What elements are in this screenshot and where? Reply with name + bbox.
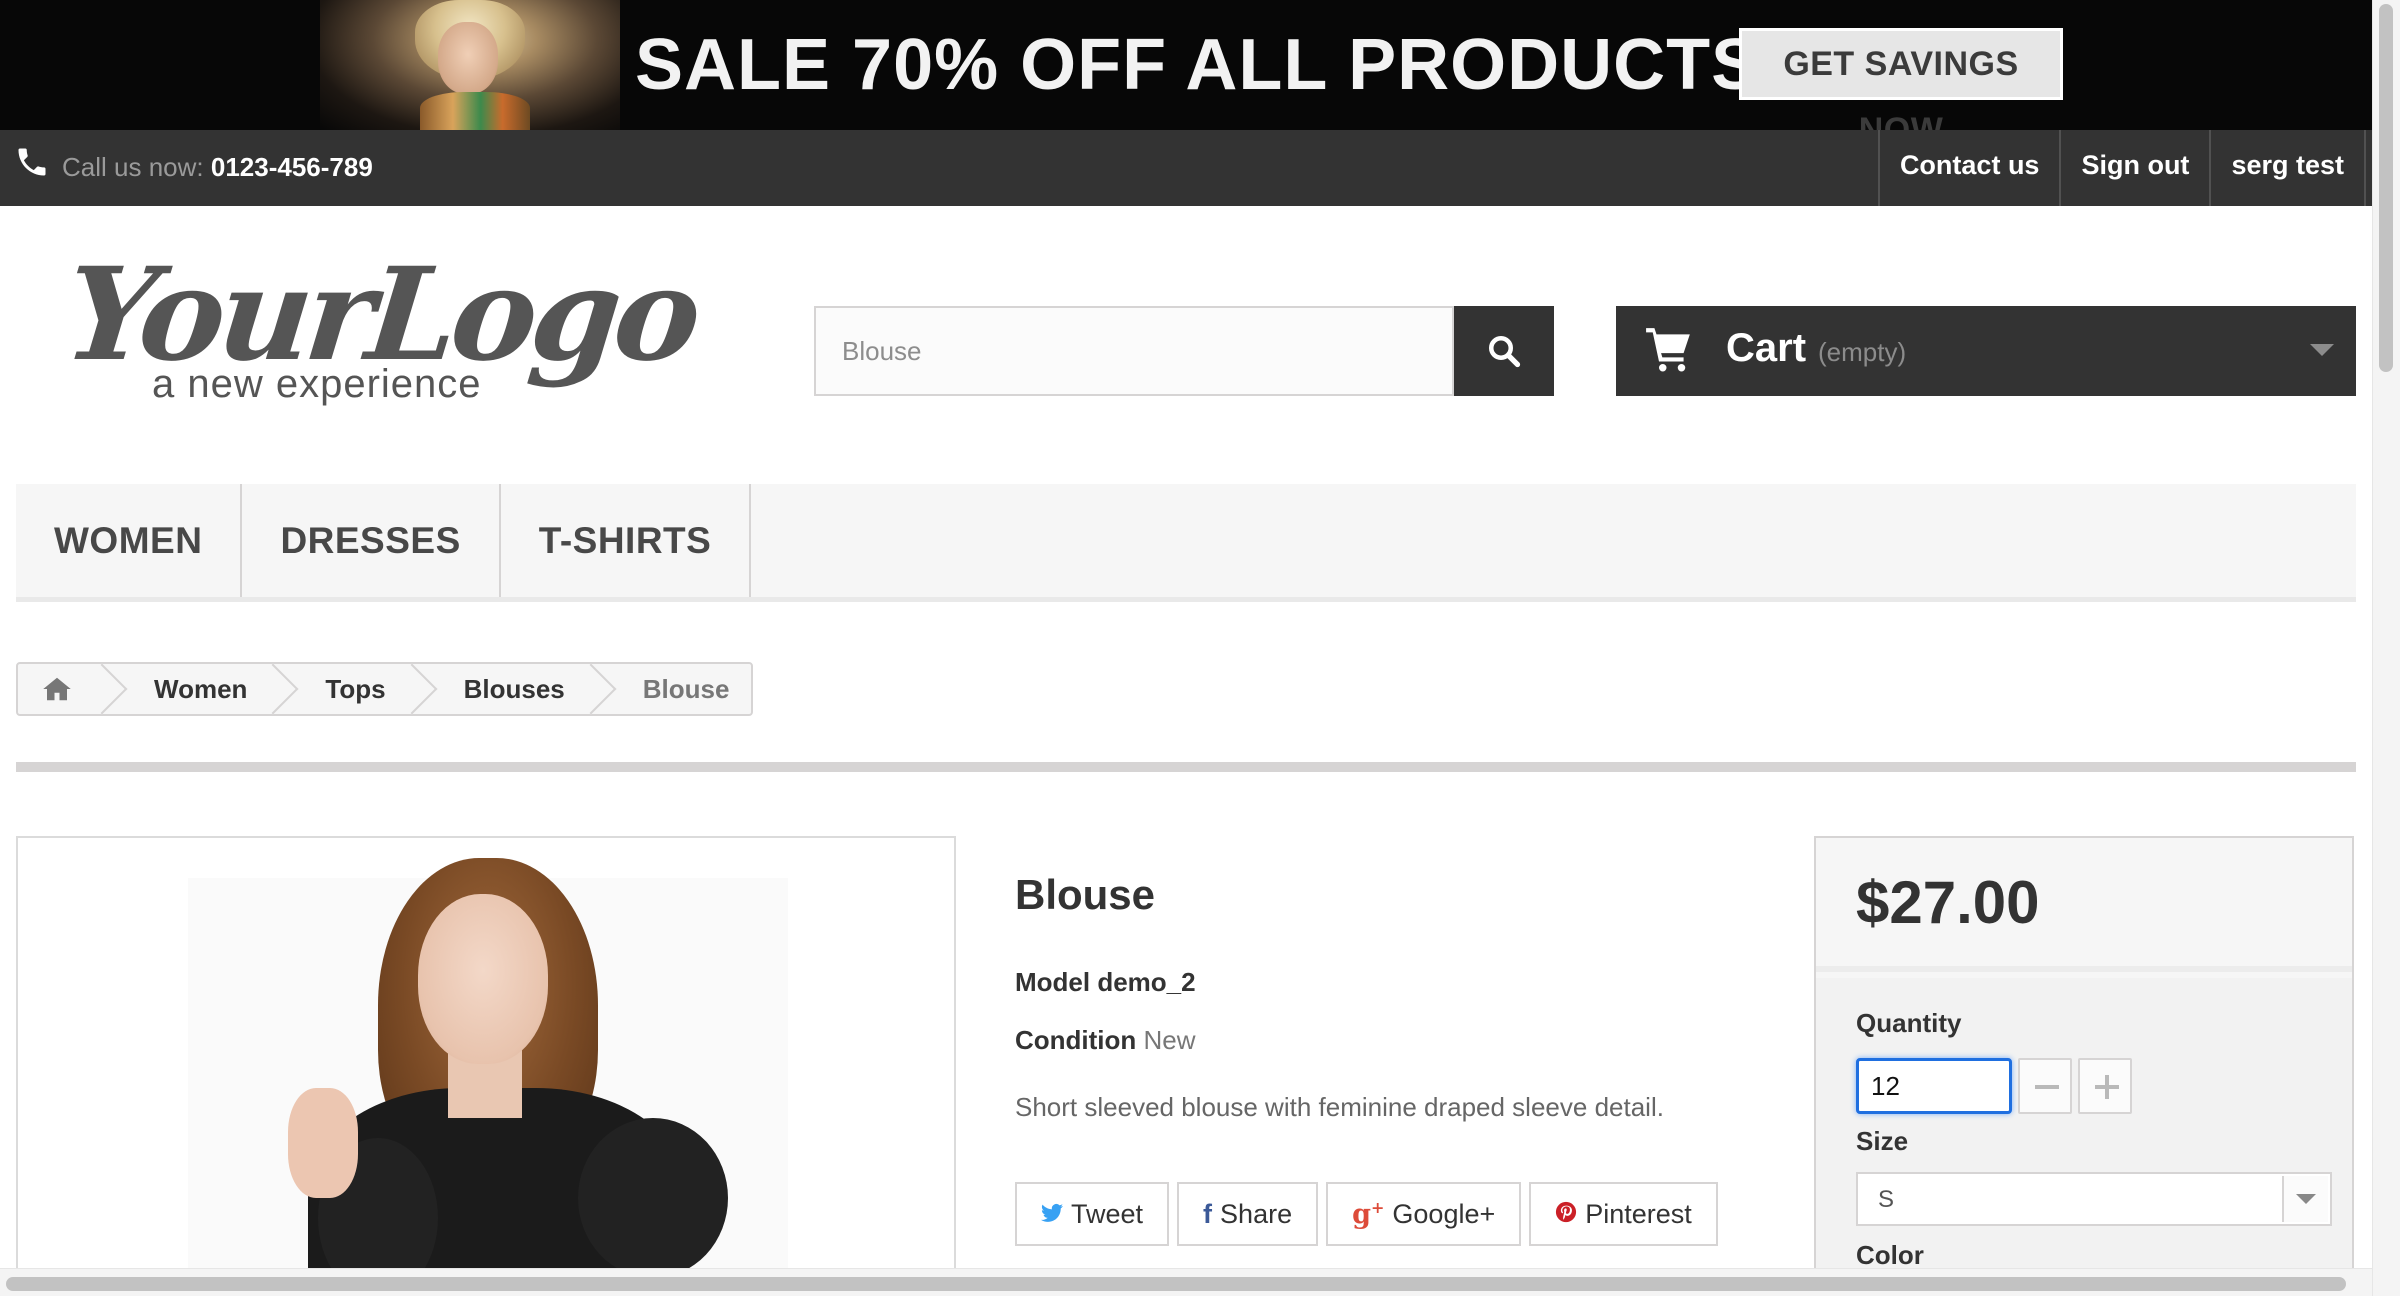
- contact-us-link[interactable]: Contact us: [1877, 130, 2060, 206]
- breadcrumb-current: Blouse: [642, 673, 730, 704]
- sign-out-link[interactable]: Sign out: [2059, 130, 2209, 206]
- banner-model-image: [320, 0, 620, 130]
- call-us-label: Call us now:: [62, 152, 204, 182]
- logo-tagline: a new experience: [152, 362, 482, 406]
- tweet-button[interactable]: Tweet: [1015, 1182, 1170, 1246]
- chevron-down-icon[interactable]: [2282, 1176, 2328, 1222]
- account-link[interactable]: serg test: [2209, 130, 2366, 206]
- search-button[interactable]: [1454, 306, 1554, 396]
- twitter-icon: [1041, 1199, 1063, 1230]
- social-share-buttons: Tweet f Share g+ Google+ Pinterest: [1015, 1182, 1718, 1246]
- menu-item-t-shirts[interactable]: T-SHIRTS: [501, 484, 752, 597]
- call-us-text: Call us now: 0123-456-789: [62, 152, 373, 183]
- price-section: $27.00: [1816, 838, 2352, 972]
- product-description: Short sleeved blouse with feminine drape…: [1015, 1092, 1664, 1122]
- size-select[interactable]: S: [1856, 1172, 2332, 1226]
- facebook-icon: f: [1203, 1198, 1213, 1229]
- pinterest-label: Pinterest: [1585, 1198, 1692, 1229]
- quantity-input[interactable]: [1856, 1058, 2012, 1114]
- breadcrumb: Women Tops Blouses Blouse: [16, 662, 754, 716]
- cart-label: Cart: [1726, 326, 1807, 370]
- product-model: Model demo_2: [1015, 967, 1196, 997]
- menu-item-dresses[interactable]: DRESSES: [242, 484, 501, 597]
- get-savings-button[interactable]: GET SAVINGS NOW: [1739, 28, 2063, 130]
- account-nav: Contact us Sign out serg test: [1877, 130, 2372, 206]
- phone-number: 0123-456-789: [210, 152, 373, 182]
- condition-value: New: [1143, 1025, 1196, 1055]
- share-button[interactable]: f Share: [1177, 1182, 1319, 1246]
- vertical-scroll-thumb[interactable]: [2379, 4, 2393, 372]
- cart-dropdown[interactable]: Cart (empty): [1616, 306, 2356, 396]
- site-logo[interactable]: YourLogo a new experience: [58, 240, 702, 420]
- quantity-label: Quantity: [1856, 1008, 1962, 1038]
- product-title: Blouse: [1015, 871, 1156, 918]
- google-plus-label: Google+: [1392, 1198, 1496, 1229]
- options-section: Quantity Size S Color: [1816, 978, 2352, 1294]
- share-label: Share: [1220, 1198, 1293, 1229]
- phone-icon: [18, 148, 46, 176]
- search-input[interactable]: [814, 306, 1454, 396]
- product-condition: Condition New: [1015, 1025, 1196, 1056]
- menu-item-women[interactable]: WOMEN: [16, 484, 243, 597]
- search-form: [814, 306, 1554, 396]
- product-price: $27.00: [1856, 869, 2040, 936]
- condition-label: Condition: [1015, 1025, 1137, 1055]
- home-icon: [43, 677, 71, 701]
- cart-status: (empty): [1818, 337, 1907, 367]
- size-selected-value: S: [1878, 1186, 1895, 1213]
- buy-box: $27.00 Quantity Size S Color: [1814, 836, 2354, 1296]
- vertical-scrollbar[interactable]: [2372, 0, 2400, 1296]
- breadcrumb-blouses[interactable]: Blouses: [430, 664, 587, 714]
- quantity-decrease-button[interactable]: [2018, 1058, 2072, 1114]
- size-label: Size: [1856, 1126, 1909, 1156]
- search-icon: [1489, 336, 1521, 368]
- divider: [16, 762, 2356, 772]
- pinterest-button[interactable]: Pinterest: [1529, 1182, 1718, 1246]
- google-plus-icon: g+: [1352, 1198, 1385, 1230]
- horizontal-scrollbar[interactable]: [0, 1268, 2372, 1296]
- top-nav-bar: Call us now: 0123-456-789 Contact us Sig…: [0, 130, 2372, 206]
- cart-icon: [1646, 328, 1690, 372]
- main-menu: WOMEN DRESSES T-SHIRTS: [16, 484, 2356, 602]
- quantity-increase-button[interactable]: [2078, 1058, 2132, 1114]
- tweet-label: Tweet: [1071, 1198, 1144, 1229]
- banner-headline: SALE 70% OFF ALL PRODUCTS: [635, 25, 1761, 105]
- pinterest-icon: [1555, 1199, 1577, 1230]
- chevron-down-icon: [2310, 344, 2334, 356]
- promo-banner[interactable]: SALE 70% OFF ALL PRODUCTS GET SAVINGS NO…: [0, 0, 2372, 130]
- color-label: Color: [1856, 1240, 1924, 1270]
- logo-wordmark: YourLogo: [58, 240, 703, 390]
- google-plus-button[interactable]: g+ Google+: [1326, 1182, 1522, 1246]
- product-image[interactable]: [16, 836, 956, 1296]
- horizontal-scroll-thumb[interactable]: [6, 1277, 2346, 1291]
